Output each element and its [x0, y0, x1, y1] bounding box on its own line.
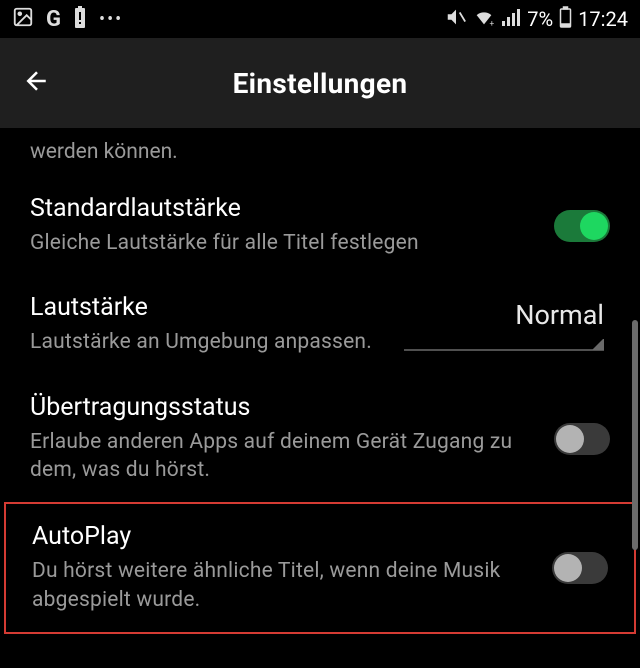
back-button[interactable] [22, 66, 52, 100]
setting-label: Lautstärke [30, 293, 384, 322]
clock: 17:24 [578, 7, 628, 31]
setting-broadcast-status[interactable]: Übertragungsstatus Erlaube anderen Apps … [0, 375, 640, 503]
signal-icon [501, 7, 521, 32]
status-bar: G ••• + 7% 17:24 [0, 0, 640, 38]
setting-desc: Lautstärke an Umgebung anpassen. [30, 328, 384, 356]
gallery-icon [12, 6, 34, 32]
prev-setting-desc-truncated: werden können. [0, 140, 640, 176]
status-left: G ••• [12, 5, 123, 33]
broadcast-status-toggle[interactable] [554, 423, 610, 455]
app-bar: Einstellungen [0, 38, 640, 128]
battery-icon [559, 6, 572, 33]
setting-standard-volume[interactable]: Standardlautstärke Gleiche Lautstärke fü… [0, 176, 640, 275]
setting-text: Übertragungsstatus Erlaube anderen Apps … [30, 393, 534, 485]
setting-desc: Erlaube anderen Apps auf deinem Gerät Zu… [30, 428, 534, 485]
settings-list: werden können. Standardlautstärke Gleich… [0, 128, 640, 634]
more-icon: ••• [99, 9, 123, 30]
mute-icon [445, 6, 467, 33]
volume-value: Normal [515, 299, 604, 331]
standard-volume-toggle[interactable] [554, 210, 610, 242]
highlight-box: AutoPlay Du hörst weitere ähnliche Titel… [4, 502, 636, 634]
scrollbar[interactable] [632, 320, 638, 550]
setting-label: Übertragungsstatus [30, 393, 534, 422]
volume-dropdown[interactable]: Normal [404, 299, 610, 351]
battery-alert-icon [73, 5, 87, 33]
setting-desc: Du hörst weitere ähnliche Titel, wenn de… [32, 557, 532, 614]
page-title: Einstellungen [22, 67, 618, 100]
setting-label: AutoPlay [32, 522, 532, 551]
google-icon: G [46, 7, 61, 32]
setting-text: Standardlautstärke Gleiche Lautstärke fü… [30, 194, 534, 257]
setting-text: AutoPlay Du hörst weitere ähnliche Titel… [32, 522, 532, 614]
battery-percent: 7% [527, 7, 553, 31]
setting-autoplay[interactable]: AutoPlay Du hörst weitere ähnliche Titel… [6, 504, 634, 632]
setting-text: Lautstärke Lautstärke an Umgebung anpass… [30, 293, 384, 356]
dropdown-underline-icon [404, 341, 604, 351]
setting-label: Standardlautstärke [30, 194, 534, 223]
autoplay-toggle[interactable] [552, 552, 608, 584]
setting-desc: Gleiche Lautstärke für alle Titel festle… [30, 229, 534, 257]
status-right: + 7% 17:24 [445, 6, 628, 33]
setting-volume[interactable]: Lautstärke Lautstärke an Umgebung anpass… [0, 275, 640, 374]
svg-text:+: + [490, 19, 495, 28]
wifi-icon: + [473, 6, 495, 33]
